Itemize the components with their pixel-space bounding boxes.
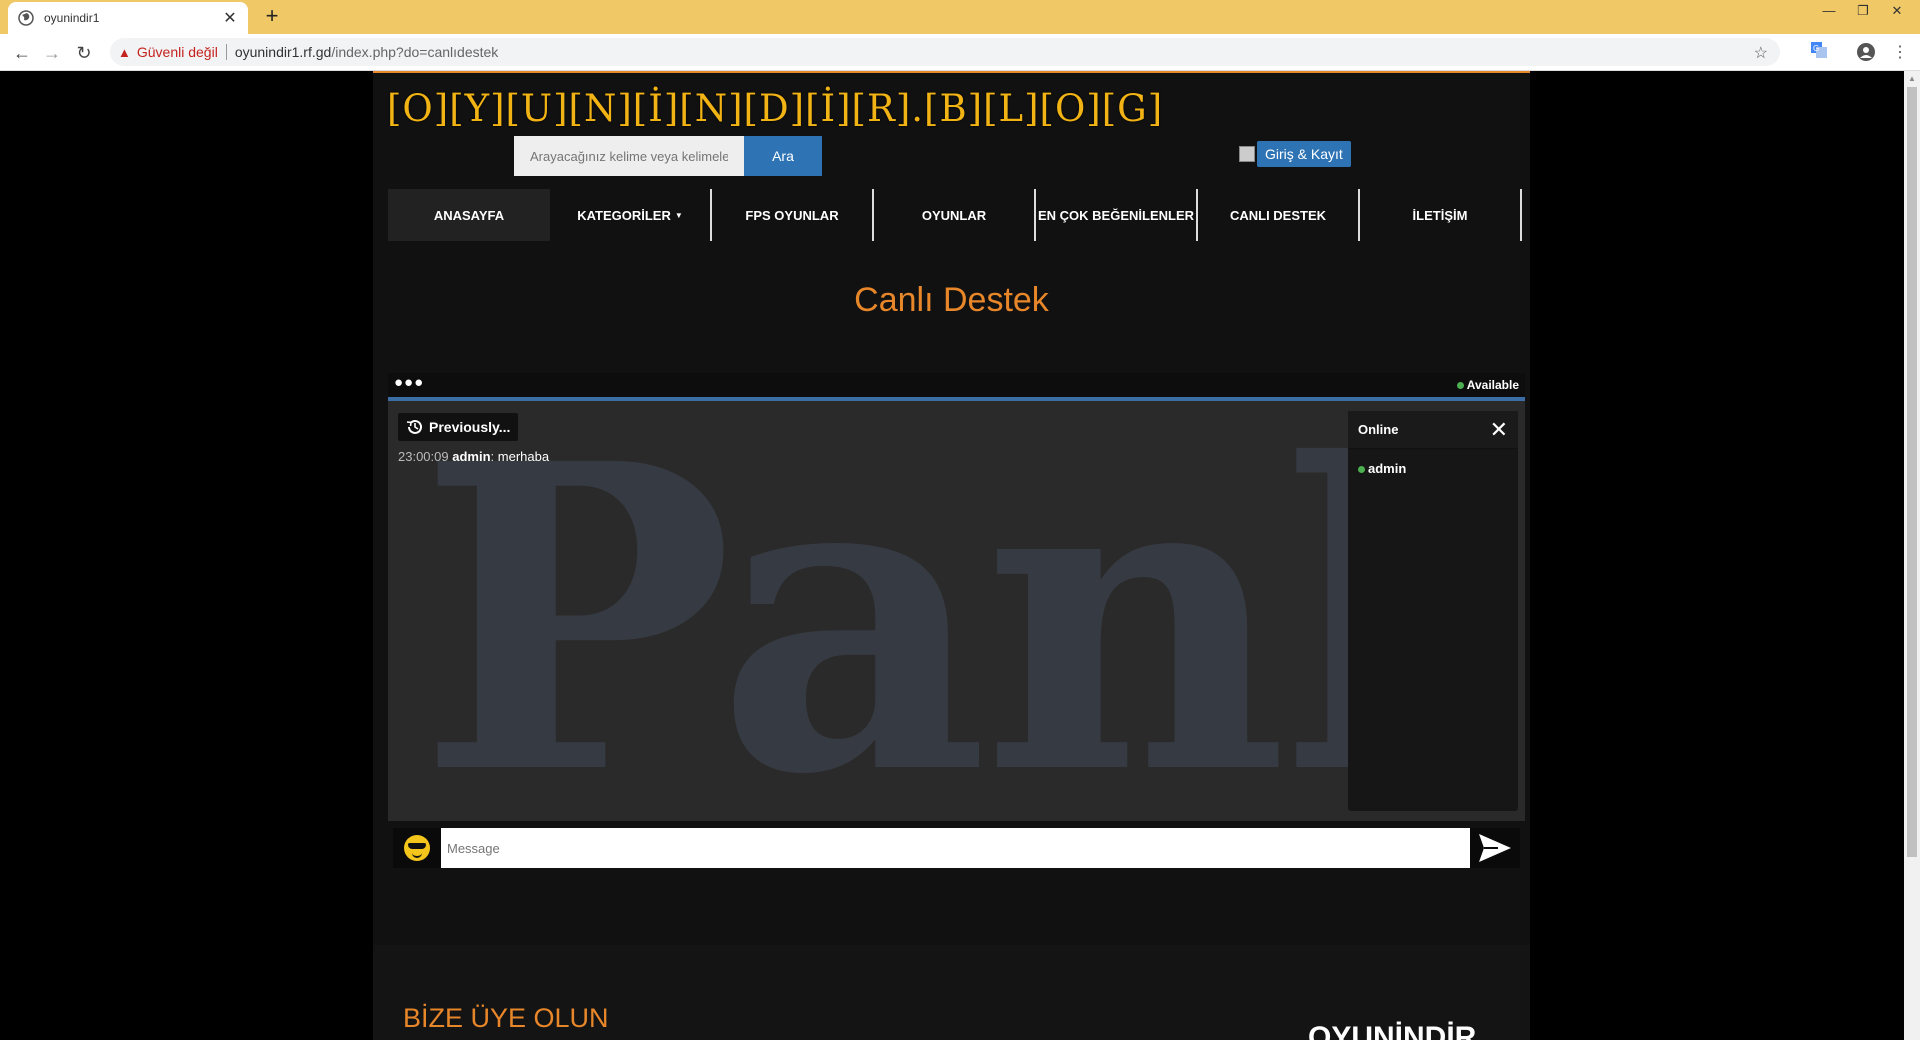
online-user-name: admin: [1368, 461, 1407, 476]
svg-text:G: G: [1813, 44, 1819, 53]
nav-item-games[interactable]: OYUNLAR: [874, 189, 1036, 241]
nav-label: EN ÇOK BEĞENİLENLER: [1037, 207, 1194, 223]
nav-label: FPS OYUNLAR: [745, 207, 839, 223]
message-user[interactable]: admin: [452, 449, 490, 464]
reload-icon[interactable]: ↻: [72, 42, 96, 64]
nav-label: OYUNLAR: [921, 207, 987, 223]
send-icon: [1479, 834, 1511, 862]
page-viewport: [O][Y][U][N][İ][N][D][İ][R].[B][L][O][G]…: [0, 71, 1904, 1040]
address-bar[interactable]: ▲ Güvenli değil oyunindir1.rf.gd/index.p…: [110, 38, 1780, 66]
page-scrollbar[interactable]: ▲: [1904, 71, 1920, 1040]
nav-label: ANASAYFA: [433, 207, 505, 223]
previous-label: Previously...: [429, 419, 511, 435]
sunglasses-emoji-icon: [404, 835, 430, 861]
chat-watermark: Panl: [418, 401, 1442, 822]
divider: [225, 44, 227, 60]
nav-label: CANLI DESTEK: [1229, 207, 1327, 223]
forward-arrow-icon[interactable]: →: [40, 42, 64, 64]
history-icon: [406, 419, 422, 434]
url-host: oyunindir1.rf.gd: [234, 44, 332, 60]
search-form: Ara: [514, 136, 822, 176]
scrollbar-thumb[interactable]: [1907, 87, 1917, 857]
window-close-icon[interactable]: ✕: [1880, 2, 1914, 20]
chat-menu-icon[interactable]: ●●●: [394, 374, 424, 391]
online-title: Online: [1358, 422, 1399, 437]
footer-logo: OYUNİNDİR: [1308, 1021, 1477, 1040]
nav-item-most-liked[interactable]: EN ÇOK BEĞENİLENLER: [1036, 189, 1198, 241]
online-users-panel: Online ✕ admin: [1348, 411, 1518, 811]
online-user[interactable]: admin: [1348, 449, 1518, 488]
emoji-button[interactable]: [393, 828, 441, 868]
chat-widget: ●●● Available Panl Previously... 23:00:0…: [388, 373, 1525, 871]
chat-header: ●●● Available: [388, 373, 1525, 397]
nav-item-home[interactable]: ANASAYFA: [388, 189, 550, 241]
chat-input-bar: [393, 828, 1520, 868]
footer: BİZE ÜYE OLUN OYUNİNDİR: [373, 945, 1530, 1040]
chat-message: 23:00:09 admin: merhaba: [398, 449, 550, 464]
nav-label: İLETİŞİM: [1412, 207, 1468, 223]
send-button[interactable]: [1470, 828, 1520, 868]
previous-messages-button[interactable]: Previously...: [398, 413, 519, 441]
menu-kebab-icon[interactable]: ⋮: [1889, 42, 1911, 64]
search-button[interactable]: Ara: [744, 136, 822, 176]
caret-down-icon: ▼: [674, 210, 683, 220]
browser-tab-strip: oyunindir1 ✕ + — ❐ ✕: [0, 0, 1920, 34]
message-text: merhaba: [497, 449, 550, 464]
restore-icon[interactable]: ❐: [1846, 2, 1880, 20]
login-register-button[interactable]: Giriş & Kayıt: [1257, 141, 1351, 167]
chat-status: Available: [1456, 378, 1519, 392]
main-navigation: ANASAYFA KATEGORİLER ▼ FPS OYUNLAR OYUNLA…: [388, 189, 1523, 241]
security-warning[interactable]: Güvenli değil: [137, 44, 218, 60]
new-tab-button[interactable]: +: [260, 4, 284, 28]
back-arrow-icon[interactable]: ←: [10, 42, 34, 64]
nav-item-fps-games[interactable]: FPS OYUNLAR: [712, 189, 874, 241]
warning-icon: ▲: [118, 44, 131, 60]
close-icon[interactable]: ✕: [1490, 418, 1508, 441]
status-text: Available: [1466, 378, 1519, 392]
profile-icon[interactable]: [1855, 42, 1877, 64]
nav-item-live-support[interactable]: CANLI DESTEK: [1198, 189, 1360, 241]
browser-toolbar: ← → ↻ ▲ Güvenli değil oyunindir1.rf.gd/i…: [0, 34, 1920, 71]
content-spacer: [373, 871, 1530, 945]
message-input[interactable]: [441, 828, 1470, 868]
site-logo[interactable]: [O][Y][U][N][İ][N][D][İ][R].[B][L][O][G]: [387, 87, 1163, 130]
scroll-up-icon[interactable]: ▲: [1904, 74, 1920, 83]
globe-icon: [18, 10, 34, 26]
message-time: 23:00:09: [398, 449, 449, 464]
url-path: /index.php?do=canlıdestek: [331, 44, 499, 60]
online-dot-icon: [1358, 466, 1365, 473]
minimize-icon[interactable]: —: [1812, 2, 1846, 20]
browser-tab[interactable]: oyunindir1 ✕: [8, 2, 248, 34]
translate-icon[interactable]: G: [1808, 41, 1830, 63]
footer-title: BİZE ÜYE OLUN: [403, 1003, 609, 1033]
status-dot-icon: [1456, 382, 1464, 389]
tab-close-icon[interactable]: ✕: [222, 8, 238, 28]
site-container: [O][Y][U][N][İ][N][D][İ][R].[B][L][O][G]…: [373, 71, 1530, 1040]
search-input[interactable]: [514, 136, 744, 176]
online-panel-header: Online ✕: [1348, 411, 1518, 449]
tab-title: oyunindir1: [44, 11, 100, 25]
login-area: Giriş & Kayıt: [1239, 141, 1351, 167]
broken-image-icon: [1239, 146, 1255, 162]
nav-label: KATEGORİLER: [577, 207, 671, 223]
nav-item-categories[interactable]: KATEGORİLER ▼: [550, 189, 712, 241]
star-icon[interactable]: ☆: [1754, 43, 1768, 63]
chat-messages-area: Panl Previously... 23:00:09 admin: merha…: [388, 401, 1525, 821]
page-title: Canlı Destek: [854, 281, 1049, 319]
nav-item-contact[interactable]: İLETİŞİM: [1360, 189, 1522, 241]
